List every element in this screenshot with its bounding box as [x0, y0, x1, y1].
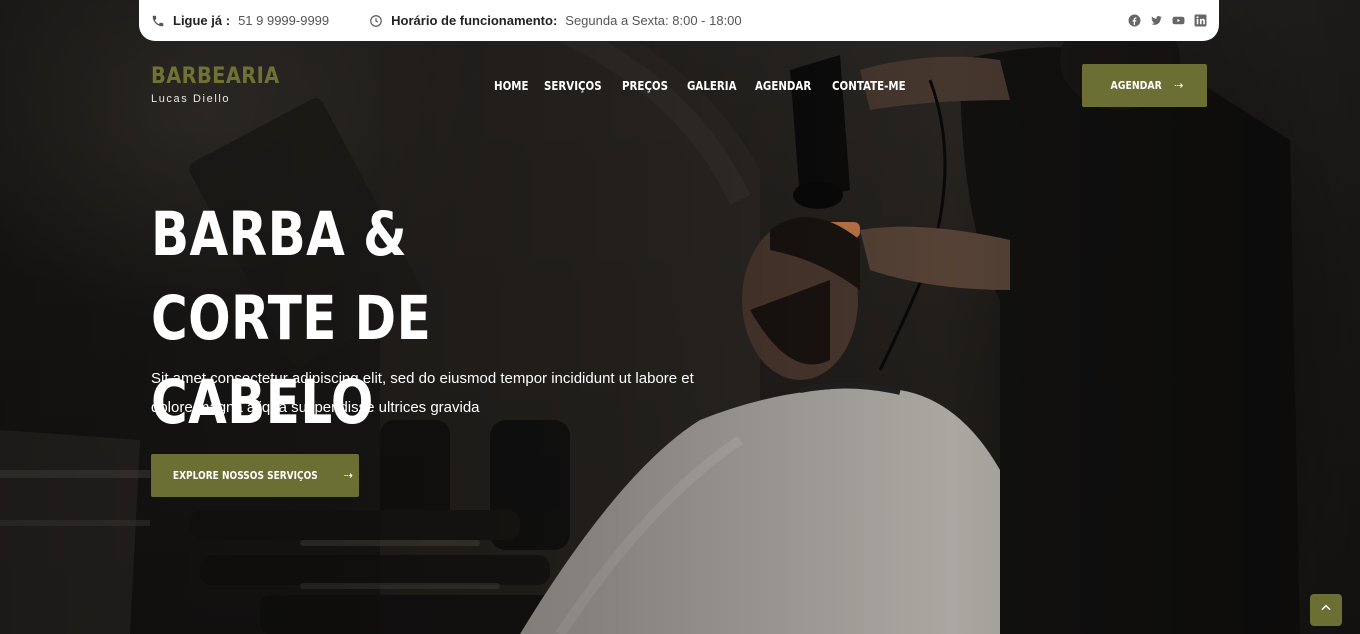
- explore-services-button[interactable]: EXPLORE NOSSOS SERVIÇOS ⇢: [151, 454, 359, 497]
- hero-description: Sit amet consectetur adipiscing elit, se…: [151, 370, 694, 416]
- hero-title-line1: BARBA & CORTE DE: [151, 199, 432, 354]
- social-links: [1128, 14, 1207, 27]
- nav-agendar[interactable]: AGENDAR: [755, 78, 811, 93]
- chevron-up-icon: [1319, 601, 1333, 620]
- arrow-right-icon: ⇢: [1174, 80, 1184, 92]
- brand-subtitle: Lucas Diello: [151, 93, 231, 105]
- nav-galeria[interactable]: GALERIA: [687, 78, 737, 93]
- scroll-to-top-button[interactable]: [1310, 594, 1342, 626]
- agendar-button[interactable]: AGENDAR ⇢: [1082, 64, 1207, 107]
- nav-precos[interactable]: PREÇOS: [622, 78, 668, 93]
- nav-home[interactable]: HOME: [494, 78, 529, 93]
- explore-services-label: EXPLORE NOSSOS SERVIÇOS: [172, 469, 318, 482]
- phone-number[interactable]: 51 9 9999-9999: [238, 13, 329, 28]
- brand-name: BARBEARIA: [151, 64, 280, 89]
- phone-label: Ligue já :: [173, 13, 231, 28]
- hours-label: Horário de funcionamento:: [391, 13, 558, 28]
- hours-info: Horário de funcionamento: Segunda a Sext…: [369, 13, 742, 28]
- hours-value: Segunda a Sexta: 8:00 - 18:00: [565, 13, 742, 28]
- clock-icon: [369, 14, 383, 28]
- top-info-bar: Ligue já : 51 9 9999-9999 Horário de fun…: [139, 0, 1219, 41]
- twitter-icon[interactable]: [1150, 14, 1163, 27]
- linkedin-icon[interactable]: [1194, 14, 1207, 27]
- phone-info: Ligue já : 51 9 9999-9999: [151, 13, 329, 28]
- youtube-icon[interactable]: [1172, 14, 1185, 27]
- site-logo[interactable]: BARBEARIA Lucas Diello: [151, 64, 297, 105]
- nav-servicos[interactable]: SERVIÇOS: [544, 78, 602, 93]
- main-nav: HOME SERVIÇOS PREÇOS GALERIA AGENDAR CON…: [494, 78, 913, 93]
- nav-contate-me[interactable]: CONTATE-ME: [832, 78, 906, 93]
- facebook-icon[interactable]: [1128, 14, 1141, 27]
- agendar-button-label: AGENDAR: [1110, 79, 1162, 92]
- phone-icon: [151, 14, 165, 28]
- arrow-right-icon: ⇢: [343, 470, 353, 482]
